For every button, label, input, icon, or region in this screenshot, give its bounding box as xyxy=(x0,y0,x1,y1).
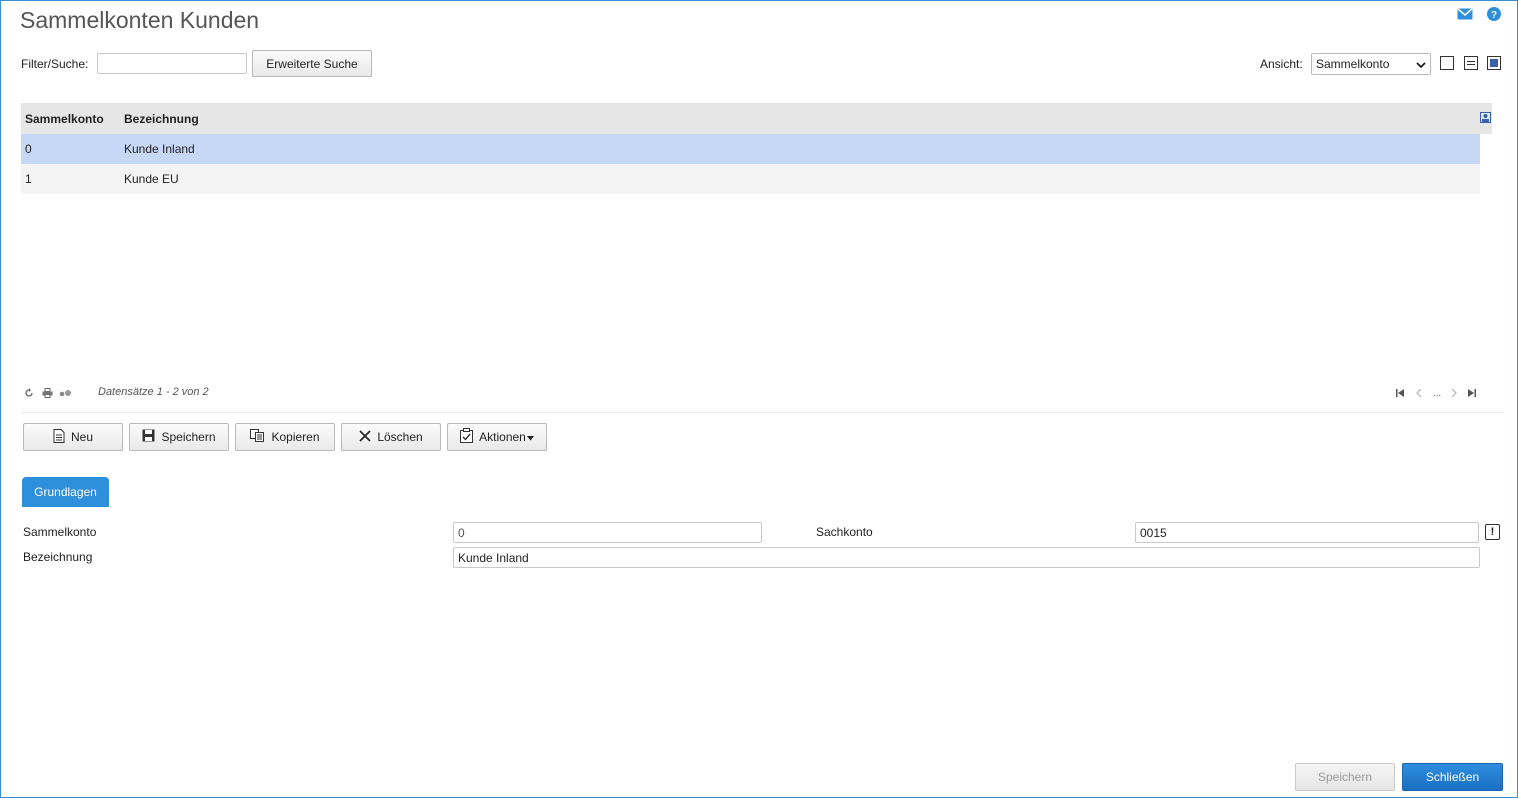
layout-full-icon[interactable] xyxy=(1487,56,1501,70)
filter-input[interactable] xyxy=(97,53,247,74)
column-chooser-icon[interactable] xyxy=(1480,112,1491,126)
clipboard-check-icon xyxy=(460,428,474,446)
sachkonto-field[interactable]: 0015 xyxy=(1135,522,1479,543)
bezeichnung-field[interactable]: Kunde Inland xyxy=(453,547,1480,568)
cell-bezeichnung: Kunde EU xyxy=(124,172,179,186)
save-button[interactable]: Speichern xyxy=(129,423,229,451)
last-page-icon[interactable] xyxy=(1466,387,1478,399)
copy-button[interactable]: Kopieren xyxy=(235,423,335,451)
chevron-down-icon xyxy=(1416,57,1426,71)
floppy-disk-icon xyxy=(142,429,155,445)
delete-button[interactable]: Löschen xyxy=(341,423,441,451)
footer-save-button[interactable]: Speichern xyxy=(1295,763,1395,791)
close-button[interactable]: Schließen xyxy=(1402,763,1503,791)
view-select-value: Sammelkonto xyxy=(1316,57,1390,71)
column-header-sammelkonto[interactable]: Sammelkonto xyxy=(25,112,104,126)
exclamation-icon[interactable]: ! xyxy=(1485,524,1500,540)
view-label: Ansicht: xyxy=(1260,57,1303,71)
delete-button-label: Löschen xyxy=(377,430,423,444)
new-button[interactable]: Neu xyxy=(23,423,123,451)
page-title: Sammelkonten Kunden xyxy=(20,7,260,33)
svg-text:?: ? xyxy=(1491,10,1497,21)
table-row[interactable]: 1 Kunde EU xyxy=(21,164,1480,194)
copy-icon xyxy=(250,429,265,445)
new-button-label: Neu xyxy=(70,430,93,444)
bezeichnung-label: Bezeichnung xyxy=(23,550,93,564)
prev-page-icon[interactable] xyxy=(1413,387,1425,399)
sachkonto-label: Sachkonto xyxy=(816,525,873,539)
mail-icon[interactable] xyxy=(1457,6,1473,22)
first-page-icon[interactable] xyxy=(1394,387,1406,399)
cell-sammelkonto: 1 xyxy=(25,172,32,186)
record-info: Datensätze 1 - 2 von 2 xyxy=(98,386,209,398)
actions-button-label: Aktionen xyxy=(479,430,526,444)
pager-ellipsis[interactable]: ... xyxy=(1430,387,1444,399)
print-icon[interactable] xyxy=(41,387,53,399)
view-select[interactable]: Sammelkonto xyxy=(1311,53,1431,75)
refresh-icon[interactable] xyxy=(23,387,35,399)
table-row[interactable]: 0 Kunde Inland xyxy=(21,134,1480,164)
sammelkonto-label: Sammelkonto xyxy=(23,525,97,539)
tab-grundlagen[interactable]: Grundlagen xyxy=(22,477,109,507)
window-frame: Sammelkonten Kunden ? Filter/Suche: Erwe… xyxy=(0,0,1518,798)
divider xyxy=(21,412,1504,413)
filter-label: Filter/Suche: xyxy=(21,57,89,71)
new-document-icon xyxy=(53,428,65,446)
cell-bezeichnung: Kunde Inland xyxy=(124,142,195,156)
help-icon[interactable]: ? xyxy=(1486,6,1502,22)
close-icon xyxy=(359,429,371,445)
sammelkonto-field[interactable]: 0 xyxy=(453,522,762,543)
actions-button[interactable]: Aktionen xyxy=(447,423,547,451)
save-button-label: Speichern xyxy=(161,430,216,444)
extended-search-button[interactable]: Erweiterte Suche xyxy=(252,50,372,77)
grid-header: Sammelkonto Bezeichnung xyxy=(21,103,1492,134)
caret-down-icon xyxy=(526,430,534,444)
next-page-icon[interactable] xyxy=(1448,387,1460,399)
cell-sammelkonto: 0 xyxy=(25,142,32,156)
column-header-bezeichnung[interactable]: Bezeichnung xyxy=(124,112,199,126)
layout-single-icon[interactable] xyxy=(1440,56,1454,70)
layout-split-icon[interactable] xyxy=(1464,56,1478,70)
copy-button-label: Kopieren xyxy=(271,430,320,444)
settings-dots-icon[interactable] xyxy=(59,387,73,399)
